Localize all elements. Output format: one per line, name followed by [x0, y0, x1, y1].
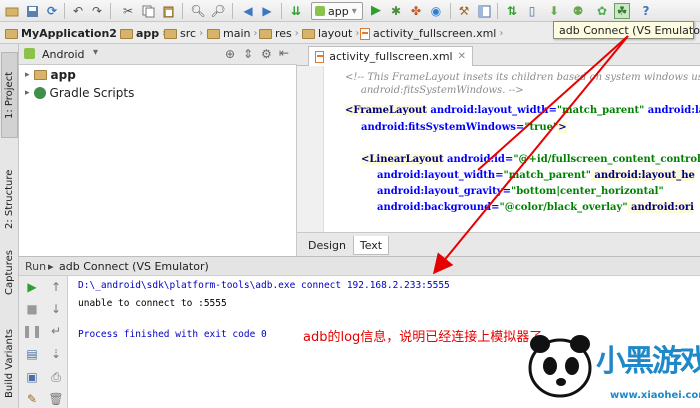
watermark-brand: 小黑游戏	[596, 344, 700, 379]
watermark-url: www.xiaohei.com	[610, 390, 700, 401]
arrow-to-console	[432, 35, 629, 275]
arrow-branch	[477, 35, 629, 171]
watermark: 小黑游戏 www.xiaohei.com	[514, 326, 700, 408]
